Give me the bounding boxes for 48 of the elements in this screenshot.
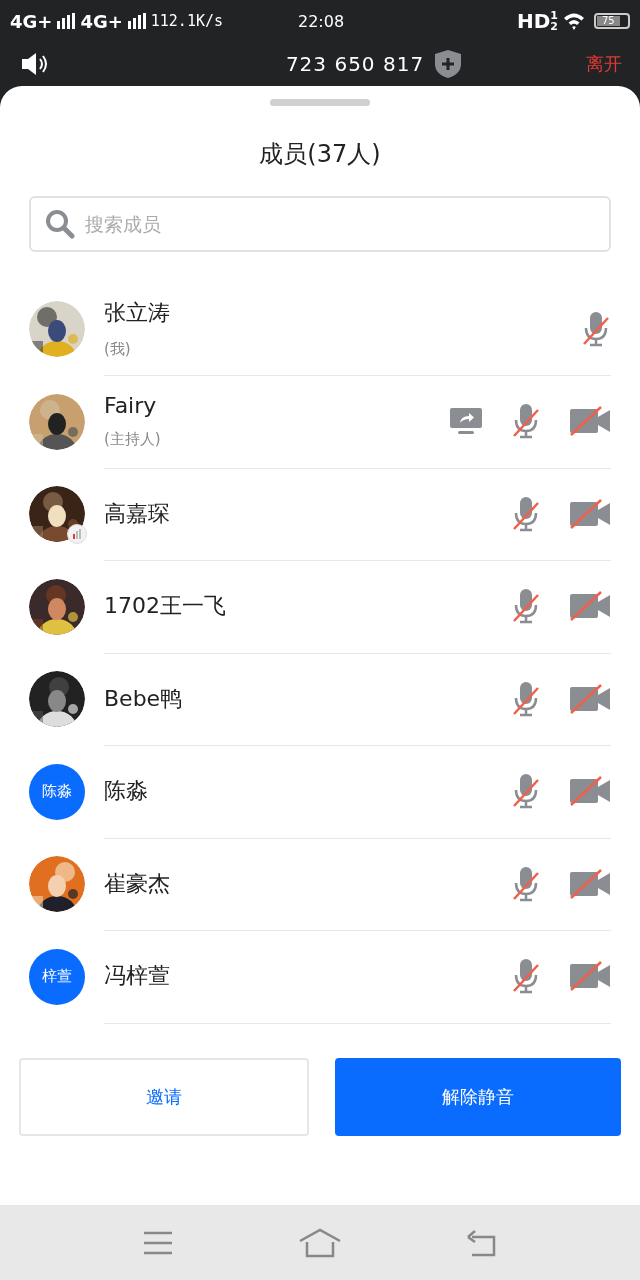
muted-mic-icon[interactable] — [511, 958, 541, 995]
network-label: 4G+ — [10, 10, 53, 32]
muted-mic-icon[interactable] — [511, 773, 541, 810]
menu-icon[interactable] — [142, 1229, 174, 1256]
invite-button[interactable]: 邀请 — [19, 1058, 309, 1136]
unmute-button[interactable]: 解除静音 — [335, 1058, 621, 1136]
speaker-icon[interactable] — [20, 51, 50, 77]
network-label: 4G+ — [80, 10, 123, 32]
muted-mic-icon[interactable] — [511, 403, 541, 440]
search-field[interactable]: 搜索成员 — [29, 196, 611, 252]
member-name: 冯梓萱 — [104, 962, 170, 991]
member-name: 张立涛 — [104, 299, 170, 328]
shield-icon[interactable] — [434, 49, 463, 79]
member-name: 崔豪杰 — [104, 869, 170, 898]
drag-handle[interactable] — [270, 99, 370, 106]
clock: 22:08 — [298, 11, 345, 31]
camera-off-icon[interactable] — [569, 960, 611, 993]
camera-off-icon[interactable] — [569, 590, 611, 623]
back-icon[interactable] — [466, 1228, 498, 1257]
signal-icon — [126, 13, 147, 29]
home-icon[interactable] — [298, 1227, 342, 1258]
meeting-id: 723 650 817 — [285, 52, 425, 76]
camera-off-icon[interactable] — [569, 775, 611, 808]
member-name: Fairy — [104, 393, 158, 419]
member-name: 陈淼 — [104, 777, 148, 806]
member-name: 1702王一飞 — [104, 592, 226, 621]
muted-mic-icon[interactable] — [581, 310, 611, 347]
member-name: 高嘉琛 — [104, 499, 170, 528]
member-role: (我) — [104, 340, 132, 360]
camera-off-icon[interactable] — [569, 867, 611, 900]
signal-icon — [56, 13, 77, 29]
sheet-title: 成员(37人) — [258, 139, 382, 170]
camera-off-icon[interactable] — [569, 682, 611, 715]
member-role: (主持人) — [104, 430, 161, 450]
search-icon — [45, 209, 75, 239]
network-speed: 112.1K/s — [150, 12, 224, 30]
muted-mic-icon[interactable] — [511, 680, 541, 717]
camera-off-icon[interactable] — [569, 405, 611, 438]
avatar: 陈淼 — [29, 763, 85, 820]
member-name: Bebe鸭 — [104, 684, 183, 713]
battery-icon: 75 — [594, 13, 630, 29]
camera-off-icon[interactable] — [569, 497, 611, 530]
muted-mic-icon[interactable] — [511, 495, 541, 532]
wifi-icon — [562, 12, 586, 30]
muted-mic-icon[interactable] — [511, 865, 541, 902]
muted-mic-icon[interactable] — [511, 588, 541, 625]
leave-button[interactable]: 离开 — [578, 52, 630, 76]
avatar: 梓萱 — [29, 948, 85, 1005]
